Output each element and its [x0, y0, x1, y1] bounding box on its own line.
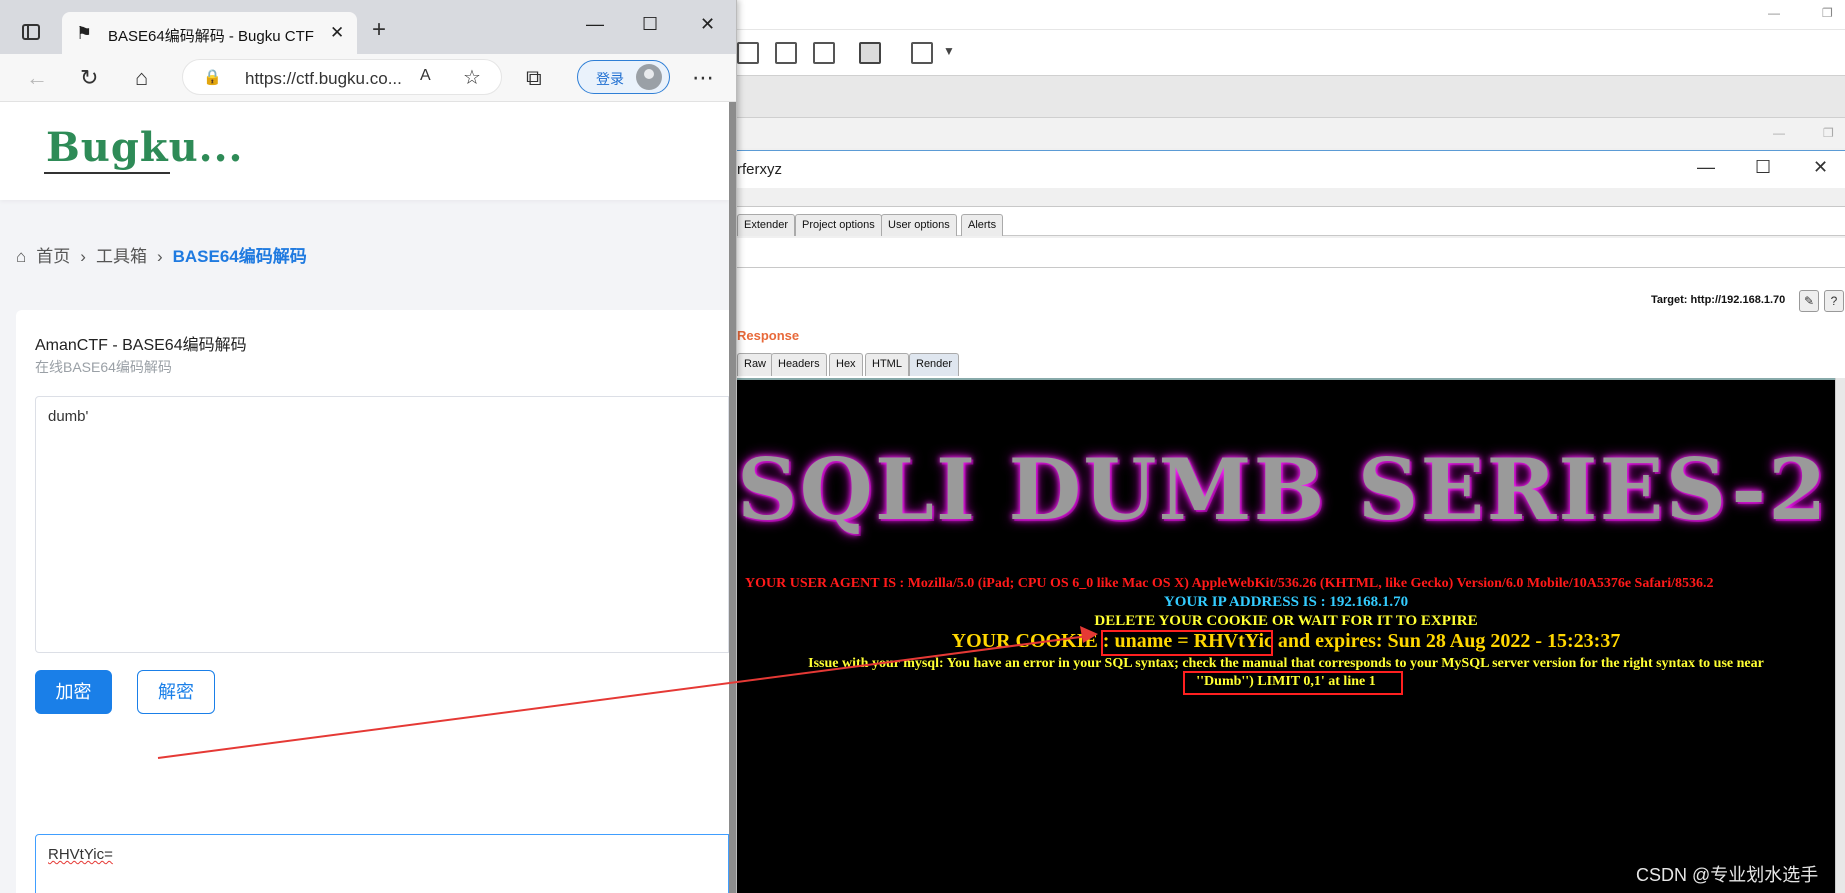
- close-icon[interactable]: ✕: [330, 23, 344, 43]
- home-icon[interactable]: ⌂: [135, 65, 148, 91]
- tab-html[interactable]: HTML: [865, 353, 909, 376]
- tab-project-options[interactable]: Project options: [795, 214, 882, 236]
- breadcrumb-home[interactable]: 首页: [36, 242, 70, 267]
- cookie-expiry: and expires: Sun 28 Aug 2022 - 15:23:37: [1272, 630, 1621, 652]
- chevron-down-icon[interactable]: ▼: [943, 44, 955, 58]
- close-icon[interactable]: ✕: [1813, 157, 1828, 178]
- lock-icon[interactable]: 🔒: [203, 68, 222, 86]
- read-aloud-icon[interactable]: A: [420, 67, 431, 85]
- help-icon[interactable]: ?: [1824, 290, 1844, 312]
- target-label: Target: http://192.168.1.70: [1651, 294, 1786, 306]
- maximize-icon[interactable]: ☐: [642, 14, 658, 35]
- watermark: CSDN @专业划水选手: [1636, 865, 1819, 885]
- encode-button[interactable]: 加密: [35, 670, 112, 714]
- burp-title-bar: rferxyz — ☐ ✕: [737, 150, 1845, 188]
- output-textarea[interactable]: RHVtYic=: [35, 834, 729, 893]
- tab-hex[interactable]: Hex: [829, 353, 863, 376]
- breadcrumb-tools[interactable]: 工具箱: [96, 242, 147, 267]
- chevron-right-icon: ›: [80, 247, 86, 266]
- error-highlight-box: [1183, 671, 1403, 695]
- output-text[interactable]: RHVtYic=: [48, 846, 113, 863]
- tab-actions-icon[interactable]: [22, 24, 40, 40]
- site-logo[interactable]: Bugku...: [46, 124, 243, 171]
- address-bar[interactable]: 🔒 https://ctf.bugku.co... A ☆: [182, 59, 502, 95]
- response-label: Response: [737, 328, 800, 343]
- delete-cookie-line: DELETE YOUR COOKIE OR WAIT FOR IT TO EXP…: [1094, 613, 1478, 629]
- background-panel-strip: — ❐: [737, 118, 1845, 148]
- restore-icon[interactable]: ❐: [1823, 126, 1834, 140]
- desktop: — ❐ ▼ — ❐ rferxyz — ☐ ✕ Extender Project…: [0, 0, 1845, 893]
- more-icon[interactable]: ⋯: [692, 65, 714, 91]
- console-icon[interactable]: [859, 42, 881, 64]
- favorite-add-icon[interactable]: ☆: [463, 65, 481, 90]
- cookie-line: YOUR COOKIE : uname = RHVtYic and expire…: [737, 630, 1835, 653]
- render-view: SQLI DUMB SERIES-2 I YOUR USER AGENT IS …: [737, 378, 1835, 893]
- tab-strip: ⚑ BASE64编码解码 - Bugku CTF ✕ + — ☐ ✕: [0, 0, 736, 54]
- page-content: Bugku... ⌂ 首页 › 工具箱 › BASE64编码解码 AmanCTF - BA…: [0, 102, 736, 893]
- minimize-icon[interactable]: —: [1773, 126, 1785, 140]
- new-tab-icon[interactable]: +: [372, 16, 386, 44]
- burp-subtabs: [737, 238, 1845, 268]
- minimize-icon[interactable]: —: [1768, 6, 1780, 20]
- undock-icon[interactable]: [813, 42, 835, 64]
- tool-card: AmanCTF - BASE64编码解码 在线BASE64编码解码 dumb' …: [16, 310, 729, 893]
- login-label: 登录: [596, 71, 624, 87]
- tab-headers[interactable]: Headers: [771, 353, 827, 376]
- background-panel: [737, 76, 1845, 118]
- breadcrumb-current: BASE64编码解码: [172, 247, 307, 266]
- ip-line: YOUR IP ADDRESS IS : 192.168.1.70: [1163, 594, 1409, 610]
- input-textarea[interactable]: dumb': [35, 396, 729, 653]
- close-icon[interactable]: ✕: [700, 14, 715, 35]
- tab-extender[interactable]: Extender: [737, 214, 796, 236]
- avatar: [636, 64, 662, 90]
- page-scrollbar[interactable]: [729, 102, 736, 893]
- expand-icon[interactable]: [911, 42, 933, 64]
- url-text[interactable]: https://ctf.bugku.co...: [245, 69, 402, 89]
- card-subtitle: 在线BASE64编码解码: [35, 359, 172, 375]
- restore-icon[interactable]: ❐: [1822, 6, 1833, 20]
- chevron-right-icon: ›: [156, 247, 163, 266]
- flag-icon: ⚑: [76, 23, 93, 43]
- home-icon[interactable]: ⌂: [16, 247, 26, 267]
- maximize-icon[interactable]: ☐: [1755, 157, 1771, 178]
- input-text[interactable]: dumb': [48, 408, 88, 425]
- burp-tabs: Extender Project options User options Al…: [737, 206, 1845, 236]
- browser-window: ⚑ BASE64编码解码 - Bugku CTF ✕ + — ☐ ✕ ← ↻ ⌂…: [0, 0, 737, 893]
- decode-button[interactable]: 解密: [137, 670, 215, 714]
- sql-error-line: Issue with your mysql: You have an error…: [808, 656, 1764, 671]
- render-scrollbar[interactable]: [1835, 378, 1845, 893]
- navigation-bar: ← ↻ ⌂ 🔒 https://ctf.bugku.co... A ☆ ⧉ 登录…: [0, 54, 736, 102]
- screenshot-icon[interactable]: [775, 42, 797, 64]
- logo-underline: [44, 172, 170, 174]
- tab-title: BASE64编码解码 - Bugku CTF: [108, 28, 314, 45]
- breadcrumb: ⌂ 首页 › 工具箱 › BASE64编码解码: [16, 242, 317, 267]
- tab-raw[interactable]: Raw: [737, 353, 774, 376]
- browser-tab[interactable]: ⚑ BASE64编码解码 - Bugku CTF ✕: [62, 12, 357, 54]
- refresh-icon[interactable]: ↻: [80, 65, 98, 91]
- banner-title: SQLI DUMB SERIES-2 I: [737, 440, 1835, 539]
- extensions-icon[interactable]: ⧉: [526, 65, 542, 91]
- cookie-prefix: YOUR COOKIE :: [951, 630, 1115, 652]
- back-arrow-icon[interactable]: ←: [26, 65, 48, 91]
- minimize-icon[interactable]: —: [1697, 157, 1715, 178]
- login-button[interactable]: 登录: [577, 60, 670, 94]
- user-agent-line: YOUR USER AGENT IS : Mozilla/5.0 (iPad; …: [745, 576, 1714, 591]
- minimize-icon[interactable]: —: [586, 14, 604, 35]
- cookie-highlight-box: [1101, 630, 1273, 656]
- devtools-toolbar: ▼: [737, 30, 1845, 76]
- window-title: rferxyz: [737, 161, 782, 178]
- tab-alerts[interactable]: Alerts: [961, 214, 1004, 236]
- edit-target-icon[interactable]: ✎: [1799, 290, 1819, 312]
- dock-bottom-icon[interactable]: [737, 42, 759, 64]
- card-title: AmanCTF - BASE64编码解码: [35, 337, 247, 354]
- site-header: Bugku...: [0, 102, 729, 200]
- repeater-panel: Target: http://192.168.1.70 ✎ ? Response…: [737, 268, 1845, 378]
- tab-render[interactable]: Render: [909, 353, 960, 376]
- tab-user-options[interactable]: User options: [881, 214, 957, 236]
